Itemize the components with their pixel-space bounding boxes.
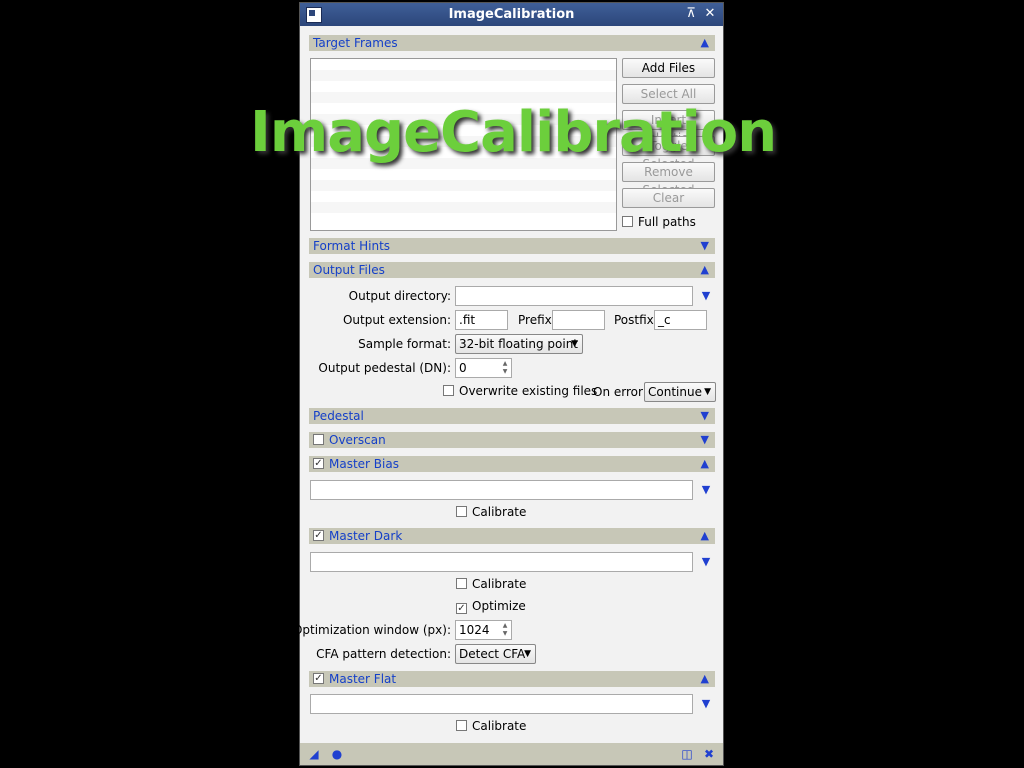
section-target-frames[interactable]: Target Frames ▲ — [309, 35, 715, 51]
checkbox[interactable] — [443, 385, 454, 396]
section-master-dark[interactable]: ✓ Master Dark ▲ — [309, 528, 715, 544]
master-dark-path-input[interactable] — [310, 552, 693, 572]
clear-button[interactable]: Clear — [622, 188, 715, 208]
section-master-bias[interactable]: ✓ Master Bias ▲ — [309, 456, 715, 472]
browse-directory-icon[interactable]: ▼ — [699, 289, 713, 303]
dark-calibrate-checkbox[interactable]: Calibrate — [456, 577, 526, 591]
postfix-label: Postfix: — [614, 313, 658, 327]
expand-icon[interactable]: ▼ — [701, 433, 709, 446]
chevron-down-icon: ▼ — [704, 387, 711, 397]
cfa-detection-select[interactable]: Detect CFA ▼ — [455, 644, 536, 664]
window-title: ImageCalibration — [448, 7, 575, 22]
section-master-flat[interactable]: ✓ Master Flat ▲ — [309, 671, 715, 687]
section-title: Output Files — [313, 263, 385, 277]
output-extension-input[interactable]: .fit — [455, 310, 508, 330]
sample-format-label: Sample format: — [358, 337, 451, 351]
section-title: Master Bias — [329, 457, 399, 471]
checkbox[interactable] — [456, 578, 467, 589]
video-overlay-title: ImageCalibration — [250, 100, 777, 165]
checkbox[interactable] — [456, 506, 467, 517]
output-directory-input[interactable] — [455, 286, 693, 306]
collapse-icon[interactable]: ▲ — [701, 36, 709, 49]
master-flat-path-input[interactable] — [310, 694, 693, 714]
collapse-icon[interactable]: ▲ — [701, 263, 709, 276]
output-directory-label: Output directory: — [348, 289, 451, 303]
add-files-button[interactable]: Add Files — [622, 58, 715, 78]
section-title: Format Hints — [313, 239, 391, 253]
cfa-detection-label: CFA pattern detection: — [316, 647, 451, 661]
section-pedestal[interactable]: Pedestal ▼ — [309, 408, 715, 424]
browse-flat-icon[interactable]: ▼ — [699, 697, 713, 711]
dark-optimize-checkbox[interactable]: ✓ Optimize — [456, 599, 526, 614]
section-title: Master Flat — [329, 672, 397, 686]
collapse-icon[interactable]: ▲ — [701, 529, 709, 542]
checkbox[interactable] — [456, 720, 467, 731]
chevron-down-icon: ▼ — [524, 649, 531, 659]
master-flat-checkbox[interactable]: ✓ — [313, 673, 324, 684]
section-title: Overscan — [329, 433, 386, 447]
optimization-window-spinbox[interactable]: 1024 ▲ ▼ — [455, 620, 512, 640]
output-pedestal-spinbox[interactable]: 0 ▲ ▼ — [455, 358, 512, 378]
prefix-input[interactable] — [552, 310, 605, 330]
new-instance-icon[interactable]: ◢ — [308, 748, 320, 760]
overwrite-existing-checkbox[interactable]: Overwrite existing files — [443, 384, 597, 398]
master-dark-checkbox[interactable]: ✓ — [313, 530, 324, 541]
full-paths-checkbox[interactable]: Full paths — [622, 215, 696, 229]
bias-calibrate-checkbox[interactable]: Calibrate — [456, 505, 526, 519]
sample-format-select[interactable]: 32-bit floating point ▼ — [455, 334, 583, 354]
reset-icon[interactable]: ✖ — [703, 748, 715, 760]
spin-arrows-icon[interactable]: ▲ ▼ — [500, 360, 510, 376]
output-pedestal-label: Output pedestal (DN): — [318, 361, 451, 375]
spin-arrows-icon[interactable]: ▲ ▼ — [500, 622, 510, 638]
section-overscan[interactable]: Overscan ▼ — [309, 432, 715, 448]
close-icon[interactable]: ✕ — [702, 6, 718, 22]
preferences-icon[interactable]: ◫ — [681, 748, 693, 760]
chevron-down-icon: ▼ — [571, 339, 578, 349]
checkbox[interactable] — [622, 216, 633, 227]
overscan-checkbox[interactable] — [313, 434, 324, 445]
section-title: Target Frames — [313, 36, 398, 50]
flat-calibrate-checkbox[interactable]: Calibrate — [456, 719, 526, 733]
browse-bias-icon[interactable]: ▼ — [699, 483, 713, 497]
collapse-icon[interactable]: ▲ — [701, 457, 709, 470]
output-extension-label: Output extension: — [342, 313, 451, 327]
master-bias-checkbox[interactable]: ✓ — [313, 458, 324, 469]
prefix-label: Prefix: — [518, 313, 556, 327]
section-format-hints[interactable]: Format Hints ▼ — [309, 238, 715, 254]
master-bias-path-input[interactable] — [310, 480, 693, 500]
on-error-label: On error: — [593, 385, 647, 399]
postfix-input[interactable]: _c — [654, 310, 707, 330]
remove-selected-button[interactable]: Remove Selected — [622, 162, 715, 197]
browse-dark-icon[interactable]: ▼ — [699, 555, 713, 569]
shade-icon[interactable]: ⊼ — [683, 6, 699, 22]
section-title: Master Dark — [329, 529, 403, 543]
section-output-files[interactable]: Output Files ▲ — [309, 262, 715, 278]
title-bar[interactable]: ImageCalibration ⊼ ✕ — [300, 3, 723, 26]
expand-icon[interactable]: ▼ — [701, 239, 709, 252]
expand-icon[interactable]: ▼ — [701, 409, 709, 422]
collapse-icon[interactable]: ▲ — [701, 672, 709, 685]
apply-global-icon[interactable]: ● — [331, 748, 343, 760]
section-title: Pedestal — [313, 409, 364, 423]
optimization-window-label: Optimization window (px): — [292, 623, 451, 637]
on-error-select[interactable]: Continue ▼ — [644, 382, 716, 402]
checkbox[interactable]: ✓ — [456, 603, 467, 614]
bottom-toolbar: ◢ ● ◫ ✖ — [300, 743, 723, 765]
